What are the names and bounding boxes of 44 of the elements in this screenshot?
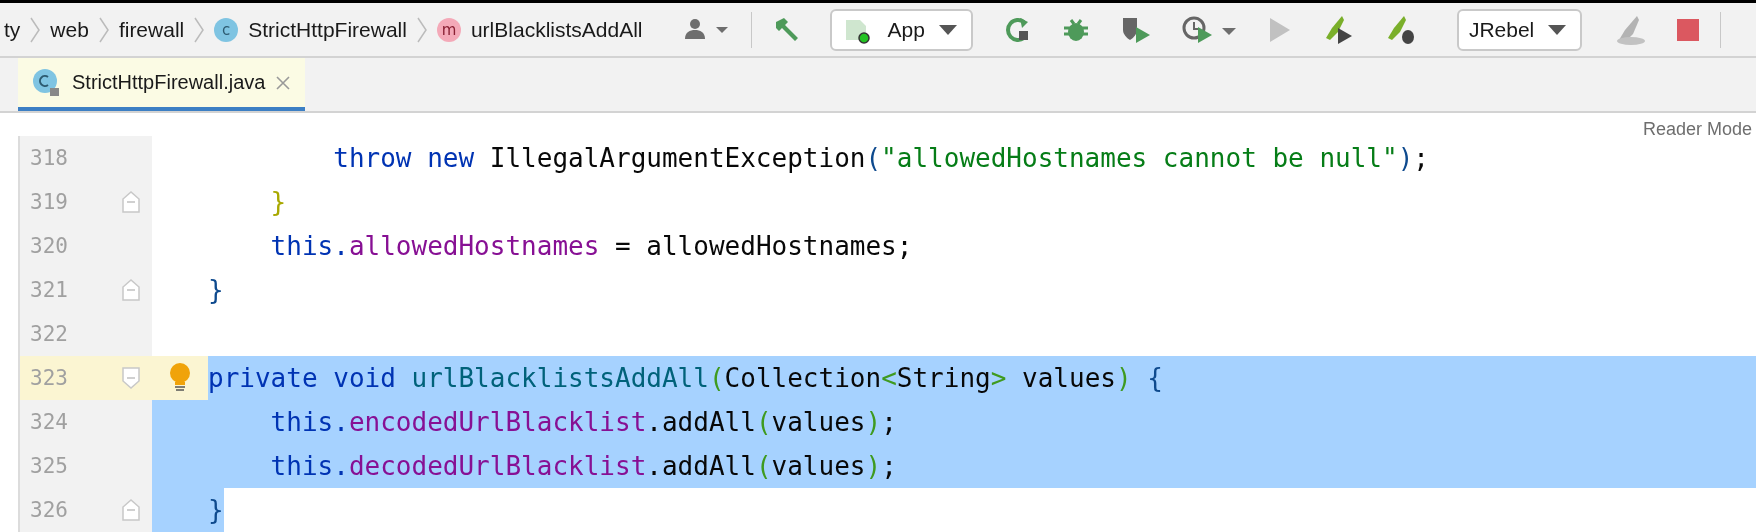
line-number: 323 [30, 366, 68, 390]
line-number: 321 [30, 278, 68, 302]
breadcrumb-item[interactable]: firewall [118, 17, 185, 42]
run-config-dropdown[interactable]: App [829, 8, 973, 51]
reader-mode-link[interactable]: Reader Mode [1638, 119, 1756, 140]
line-number: 320 [30, 234, 68, 258]
code-line: } [208, 494, 224, 527]
fold-icon[interactable] [122, 367, 140, 389]
chevron-icon [194, 16, 205, 43]
fold-icon[interactable] [122, 191, 140, 213]
editor-tab[interactable]: StrictHttpFirewall.java [18, 58, 306, 111]
method-icon: m [436, 17, 461, 42]
code-line: this.allowedHostnames = allowedHostnames; [269, 230, 913, 263]
line-number: 318 [30, 146, 68, 170]
line-number: 322 [30, 322, 68, 346]
line-number: 324 [30, 410, 68, 434]
caret-icon [1548, 24, 1567, 35]
line-number: 326 [30, 498, 68, 522]
run-config-dropdown[interactable]: JRebel [1456, 8, 1583, 51]
code-line: throw new IllegalArgumentException("allowedHostnames cannot be null"); [332, 142, 1429, 175]
line-number: 325 [30, 454, 68, 478]
code-line: this.decodedUrlBlacklist.addAll(values); [269, 450, 897, 483]
run-icon [1267, 16, 1292, 43]
code-line: this.encodedUrlBlacklist.addAll(values); [269, 406, 897, 439]
breadcrumb-item[interactable]: web [50, 17, 89, 42]
code-line: } [208, 274, 224, 307]
chevron-icon [30, 16, 41, 43]
breadcrumb-item[interactable]: StrictHttpFirewall [248, 17, 407, 42]
fold-icon[interactable] [122, 279, 140, 301]
class-file-icon [32, 67, 62, 98]
chevron-icon [416, 16, 427, 43]
line-number: 319 [30, 190, 68, 214]
stop-icon [1677, 18, 1700, 41]
breadcrumb-item[interactable]: ty [4, 17, 21, 42]
caret-icon [938, 24, 957, 35]
clock-run-icon [1181, 14, 1238, 45]
lightbulb-icon[interactable] [169, 363, 191, 393]
class-icon: c [214, 17, 239, 42]
close-icon[interactable] [275, 74, 292, 91]
chevron-icon [98, 16, 109, 43]
code-line: } [269, 186, 287, 219]
code-line: private void urlBlacklistsAddAll(Collection<String> values) { [208, 362, 1163, 395]
breadcrumb-item[interactable]: urlBlacklistsAddAll [470, 17, 643, 42]
fold-icon[interactable] [122, 499, 140, 521]
